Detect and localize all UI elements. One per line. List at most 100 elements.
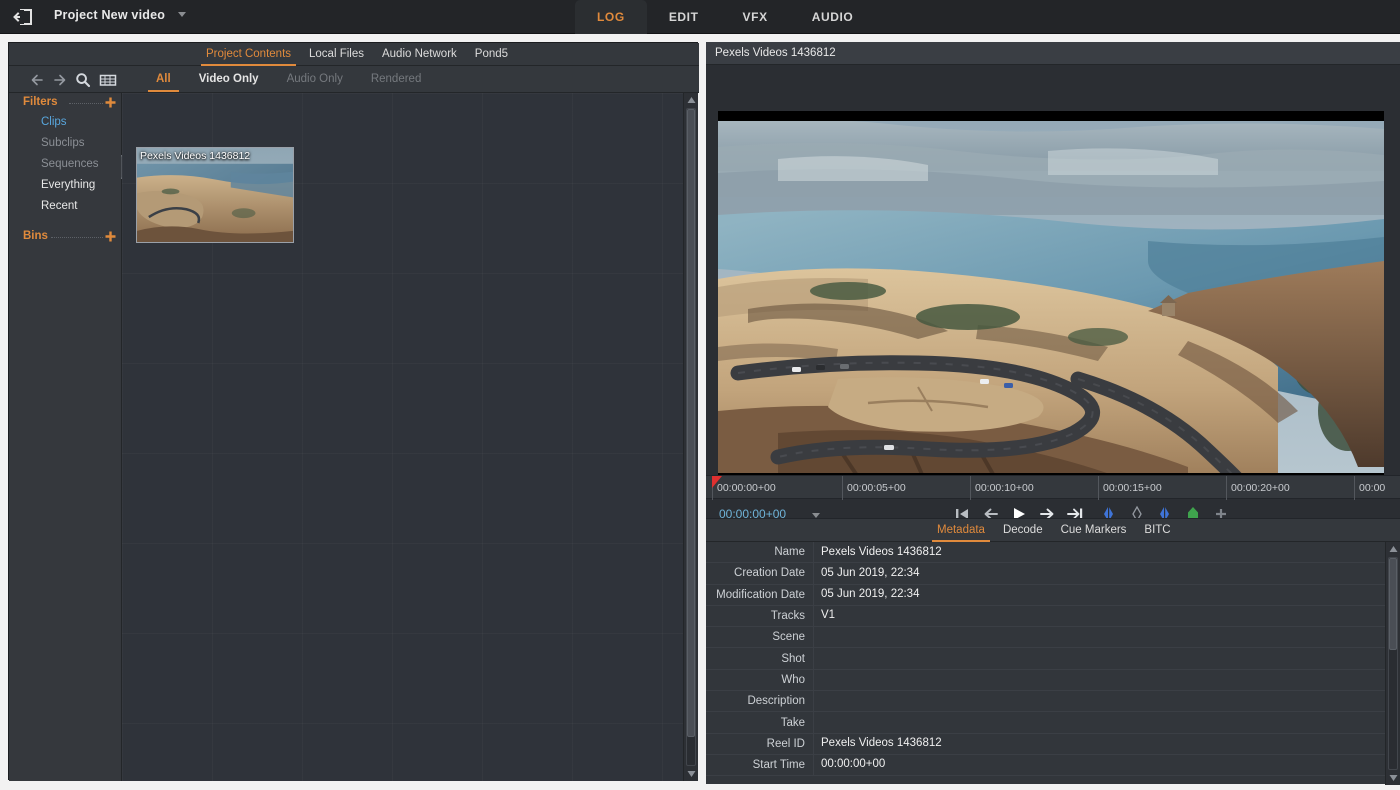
- tab-audio[interactable]: AUDIO: [790, 0, 876, 34]
- metadata-key: Name: [706, 546, 813, 558]
- grid-view-icon[interactable]: [99, 71, 117, 89]
- metadata-value[interactable]: [813, 648, 1385, 669]
- metadata-row[interactable]: Name Pexels Videos 1436812: [706, 542, 1385, 563]
- metadata-key: Creation Date: [706, 567, 813, 579]
- sidebar-item-sequences[interactable]: Sequences: [9, 154, 121, 175]
- playhead-marker[interactable]: [712, 476, 722, 488]
- ruler-tick: 00:00:20+00: [1226, 476, 1290, 500]
- metadata-value[interactable]: [813, 691, 1385, 712]
- metadata-row[interactable]: Description: [706, 691, 1385, 712]
- clip-name-label: Pexels Videos 1436812: [140, 150, 250, 162]
- metadata-tab-bar: Metadata Decode Cue Markers BITC: [706, 519, 1400, 542]
- filter-rendered[interactable]: Rendered: [357, 66, 436, 93]
- metadata-row[interactable]: Who: [706, 670, 1385, 691]
- filter-audio-only[interactable]: Audio Only: [273, 66, 357, 93]
- scroll-up-arrow-icon[interactable]: [684, 93, 699, 107]
- scroll-up-arrow-icon[interactable]: [1386, 542, 1400, 556]
- tab-vfx[interactable]: VFX: [721, 0, 790, 34]
- tab-metadata[interactable]: Metadata: [928, 519, 994, 542]
- metadata-value[interactable]: V1: [813, 605, 1385, 626]
- metadata-row[interactable]: Creation Date 05 Jun 2019, 22:34: [706, 563, 1385, 584]
- project-title: Project New video: [54, 8, 165, 22]
- filters-header-label: Filters: [23, 96, 58, 108]
- ruler-tick: 00:00:10+00: [970, 476, 1034, 500]
- sidebar-item-subclips[interactable]: Subclips: [9, 133, 121, 154]
- sidebar-item-recent[interactable]: Recent: [9, 196, 121, 217]
- add-bin-plus-icon[interactable]: [104, 230, 117, 243]
- metadata-row[interactable]: Start Time 00:00:00+00: [706, 755, 1385, 776]
- source-tab-bar: Project Contents Local Files Audio Netwo…: [9, 43, 699, 66]
- metadata-scrollbar[interactable]: [1385, 542, 1400, 785]
- metadata-key: Shot: [706, 653, 813, 665]
- tab-pond5[interactable]: Pond5: [466, 43, 517, 66]
- metadata-key: Start Time: [706, 759, 813, 771]
- tab-log[interactable]: LOG: [575, 0, 647, 34]
- tab-local-files[interactable]: Local Files: [300, 43, 373, 66]
- exit-arrow-icon[interactable]: [12, 6, 34, 28]
- metadata-value[interactable]: [813, 669, 1385, 690]
- filters-header[interactable]: Filters: [9, 93, 121, 112]
- scroll-track[interactable]: [1388, 557, 1398, 770]
- ruler-tick: 00:00: [1354, 476, 1385, 500]
- metadata-key: Description: [706, 695, 813, 707]
- top-bar: Project New video LOG EDIT VFX AUDIO: [0, 0, 1400, 34]
- metadata-key: Modification Date: [706, 589, 813, 601]
- nav-forward-icon[interactable]: [50, 71, 68, 89]
- metadata-value[interactable]: Pexels Videos 1436812: [813, 542, 1385, 563]
- tab-decode[interactable]: Decode: [994, 519, 1052, 542]
- metadata-row[interactable]: Shot: [706, 648, 1385, 669]
- video-frame-image: [718, 111, 1384, 489]
- metadata-row[interactable]: Scene: [706, 627, 1385, 648]
- metadata-key: Tracks: [706, 610, 813, 622]
- tab-cue-markers[interactable]: Cue Markers: [1052, 519, 1136, 542]
- clip-thumbnail-image: [137, 148, 293, 243]
- sidebar-item-everything[interactable]: Everything: [9, 175, 121, 196]
- tab-edit[interactable]: EDIT: [647, 0, 721, 34]
- metadata-key: Reel ID: [706, 738, 813, 750]
- metadata-row[interactable]: Take: [706, 712, 1385, 733]
- metadata-row[interactable]: Tracks V1: [706, 606, 1385, 627]
- ruler-tick: 00:00:15+00: [1098, 476, 1162, 500]
- chevron-down-icon[interactable]: [178, 12, 186, 17]
- filter-tab-bar: All Video Only Audio Only Rendered: [142, 66, 435, 93]
- clip-grid[interactable]: Pexels Videos 1436812: [122, 93, 683, 781]
- metadata-value[interactable]: 00:00:00+00: [813, 754, 1385, 775]
- main-tab-bar: LOG EDIT VFX AUDIO: [575, 0, 875, 34]
- metadata-rows: Name Pexels Videos 1436812 Creation Date…: [706, 542, 1385, 785]
- scroll-thumb[interactable]: [1389, 558, 1397, 650]
- bins-header[interactable]: Bins: [9, 227, 121, 246]
- add-filter-plus-icon[interactable]: [104, 96, 117, 109]
- filter-video-only[interactable]: Video Only: [185, 66, 273, 93]
- metadata-value[interactable]: Pexels Videos 1436812: [813, 733, 1385, 754]
- header-divider: [69, 103, 103, 104]
- browser-scrollbar[interactable]: [683, 93, 698, 781]
- filter-all[interactable]: All: [142, 66, 185, 93]
- metadata-row[interactable]: Modification Date 05 Jun 2019, 22:34: [706, 585, 1385, 606]
- search-icon[interactable]: [74, 71, 92, 89]
- metadata-value[interactable]: 05 Jun 2019, 22:34: [813, 563, 1385, 584]
- browser-panel: Project Contents Local Files Audio Netwo…: [8, 42, 698, 780]
- metadata-row[interactable]: Reel ID Pexels Videos 1436812: [706, 734, 1385, 755]
- tab-bitc[interactable]: BITC: [1135, 519, 1179, 542]
- tab-audio-network[interactable]: Audio Network: [373, 43, 466, 66]
- filters-sidebar: Filters Clips Subclips Sequences Everyth…: [9, 93, 122, 781]
- timecode-ruler[interactable]: 00:00:00+00 00:00:05+00 00:00:10+00 00:0…: [706, 475, 1400, 499]
- scroll-down-arrow-icon[interactable]: [1386, 771, 1400, 785]
- metadata-value[interactable]: [813, 627, 1385, 648]
- scroll-track[interactable]: [686, 108, 696, 766]
- viewer-area: 00:00:00+00 00:00:05+00 00:00:10+00 00:0…: [706, 65, 1400, 494]
- scroll-thumb[interactable]: [687, 109, 695, 737]
- scroll-down-arrow-icon[interactable]: [684, 767, 699, 781]
- sidebar-item-clips[interactable]: Clips: [9, 112, 121, 133]
- clip-thumbnail-card[interactable]: Pexels Videos 1436812: [136, 147, 294, 243]
- tab-project-contents[interactable]: Project Contents: [197, 43, 300, 66]
- metadata-value[interactable]: 05 Jun 2019, 22:34: [813, 584, 1385, 605]
- metadata-key: Scene: [706, 631, 813, 643]
- video-preview[interactable]: [718, 111, 1384, 489]
- metadata-value[interactable]: [813, 712, 1385, 733]
- metadata-panel: Metadata Decode Cue Markers BITC Name Pe…: [706, 518, 1400, 784]
- viewer-title: Pexels Videos 1436812: [706, 42, 1400, 65]
- metadata-key: Take: [706, 717, 813, 729]
- viewer-panel: Pexels Videos 1436812: [706, 42, 1400, 784]
- nav-back-icon[interactable]: [29, 71, 47, 89]
